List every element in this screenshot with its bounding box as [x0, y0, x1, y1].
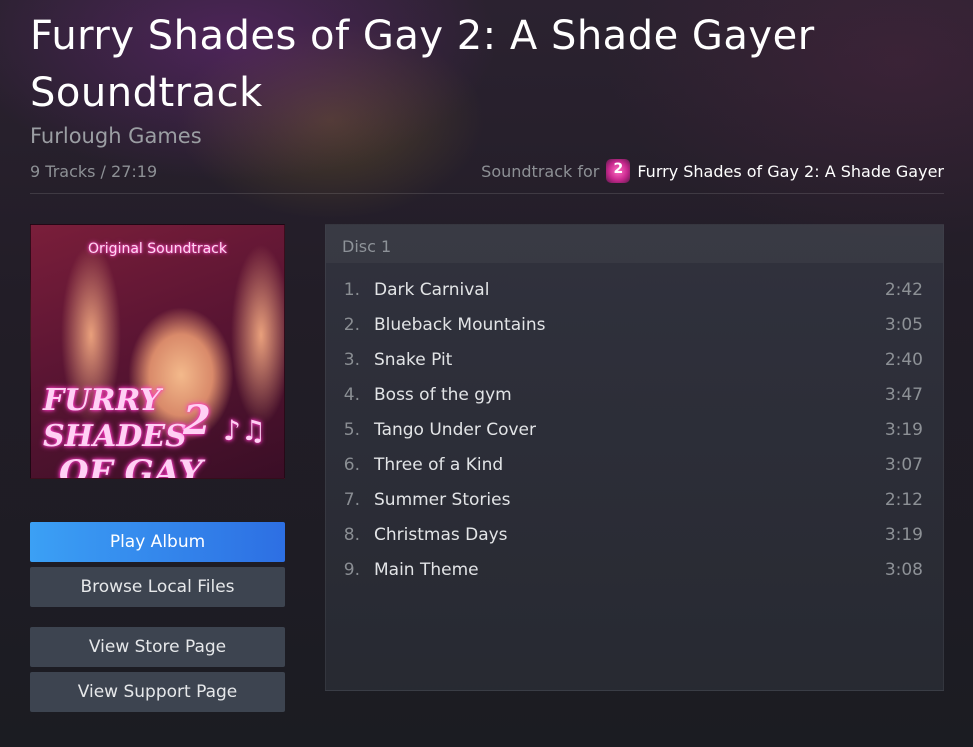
soundtrack-for-label: Soundtrack for — [481, 161, 600, 181]
track-title: Tango Under Cover — [374, 419, 536, 440]
track-list: 1. Dark Carnival 2:42 2. Blueback Mountains… — [326, 263, 943, 587]
track-number: 6. — [343, 454, 360, 475]
album-cover: Original Soundtrack FURRY SHADES OF GAY … — [30, 224, 285, 479]
cover-logo-number: 2 — [183, 397, 211, 444]
track-duration: 3:19 — [884, 419, 923, 440]
track-row[interactable]: 3. Snake Pit 2:40 — [326, 342, 943, 377]
album-meta-row: 9 Tracks / 27:19 Soundtrack for Furry Sh… — [30, 158, 944, 184]
track-title: Blueback Mountains — [374, 314, 546, 335]
track-title: Main Theme — [374, 559, 479, 580]
cover-logo-line2: OF GAY — [59, 453, 203, 479]
track-duration: 3:07 — [884, 454, 923, 475]
track-summary: 9 Tracks / 27:19 — [30, 161, 158, 181]
track-row[interactable]: 1. Dark Carnival 2:42 — [326, 272, 943, 307]
track-number: 8. — [343, 524, 360, 545]
track-number: 1. — [343, 279, 360, 300]
track-number: 5. — [343, 419, 360, 440]
track-duration: 3:05 — [884, 314, 923, 335]
play-album-button[interactable]: Play Album — [30, 522, 285, 562]
track-row[interactable]: 8. Christmas Days 3:19 — [326, 517, 943, 552]
track-number: 7. — [343, 489, 360, 510]
track-row[interactable]: 5. Tango Under Cover 3:19 — [326, 412, 943, 447]
track-duration: 2:12 — [884, 489, 923, 510]
track-duration: 3:47 — [884, 384, 923, 405]
track-title: Christmas Days — [374, 524, 508, 545]
track-row[interactable]: 9. Main Theme 3:08 — [326, 552, 943, 587]
track-title: Three of a Kind — [374, 454, 504, 475]
track-row[interactable]: 7. Summer Stories 2:12 — [326, 482, 943, 517]
cover-subtitle: Original Soundtrack — [88, 241, 227, 257]
track-title: Summer Stories — [374, 489, 511, 510]
track-duration: 2:40 — [884, 349, 923, 370]
header-divider — [30, 193, 944, 194]
track-title: Dark Carnival — [374, 279, 490, 300]
track-title: Snake Pit — [374, 349, 453, 370]
track-number: 9. — [343, 559, 360, 580]
game-icon[interactable] — [606, 159, 631, 183]
album-title: Furry Shades of Gay 2: A Shade Gayer Sou… — [30, 13, 815, 116]
browse-local-files-button[interactable]: Browse Local Files — [30, 567, 285, 607]
track-duration: 3:08 — [884, 559, 923, 580]
music-notes-icon: ♪♫ — [223, 414, 266, 447]
track-duration: 2:42 — [884, 279, 923, 300]
track-number: 2. — [343, 314, 360, 335]
cover-logo: FURRY SHADES OF GAY 2 ♪♫ — [43, 383, 278, 479]
disc-header: Disc 1 — [326, 225, 943, 263]
track-duration: 3:19 — [884, 524, 923, 545]
view-support-page-button[interactable]: View Support Page — [30, 672, 285, 712]
tracklist-panel: Disc 1 1. Dark Carnival 2:42 2. Blueback Mo… — [325, 224, 944, 691]
track-row[interactable]: 4. Boss of the gym 3:47 — [326, 377, 943, 412]
soundtrack-for: Soundtrack for Furry Shades of Gay 2: A … — [481, 159, 944, 183]
track-number: 3. — [343, 349, 360, 370]
game-link[interactable]: Furry Shades of Gay 2: A Shade Gayer — [637, 162, 944, 181]
track-row[interactable]: 2. Blueback Mountains 3:05 — [326, 307, 943, 342]
view-store-page-button[interactable]: View Store Page — [30, 627, 285, 667]
track-number: 4. — [343, 384, 360, 405]
track-title: Boss of the gym — [374, 384, 512, 405]
track-row[interactable]: 6. Three of a Kind 3:07 — [326, 447, 943, 482]
developer-name[interactable]: Furlough Games — [30, 124, 202, 148]
